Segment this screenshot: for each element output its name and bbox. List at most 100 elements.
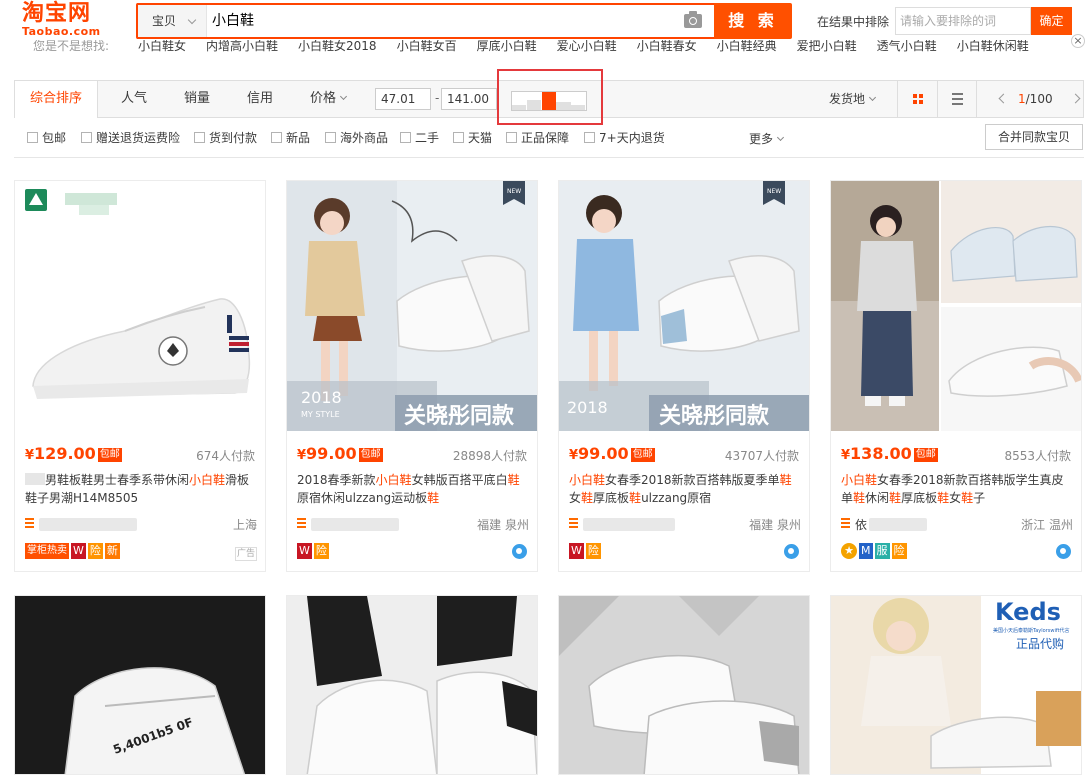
checkbox[interactable] <box>27 132 38 143</box>
price-min-input[interactable]: 47.01 <box>375 88 431 110</box>
checkbox[interactable] <box>81 132 92 143</box>
grid-view-button[interactable] <box>897 81 937 117</box>
tab-default-sort[interactable]: 综合排序 <box>15 81 99 118</box>
camera-icon[interactable] <box>684 11 702 28</box>
filter-secondhand[interactable]: 二手 <box>400 130 439 146</box>
product-card[interactable]: ¥129.00 包邮 674人付款 男鞋板鞋男士春季系带休闲小白鞋滑板鞋子男潮H1… <box>14 180 266 572</box>
gold-seller-badge[interactable]: ★ <box>841 543 857 559</box>
badge-row: W险 <box>569 543 603 559</box>
suggest-link[interactable]: 小白鞋女2018 <box>298 40 377 53</box>
close-icon[interactable]: × <box>1071 34 1085 48</box>
brand-badge[interactable]: W <box>297 543 312 559</box>
taobao-logo[interactable]: 淘宝网 Taobao.com <box>22 2 112 40</box>
product-card[interactable] <box>558 595 810 775</box>
service-badge[interactable]: 服 <box>874 543 890 559</box>
suggest-link[interactable]: 内增高小白鞋 <box>206 40 278 53</box>
svg-text:NEW: NEW <box>767 188 781 195</box>
filter-cod[interactable]: 货到付款 <box>194 130 257 146</box>
tab-price[interactable]: 价格 <box>310 81 348 117</box>
filter-7day-return[interactable]: 7+天内退货 <box>584 130 665 146</box>
exclude-confirm-button[interactable]: 确定 <box>1031 7 1072 35</box>
tab-sales[interactable]: 销量 <box>184 81 210 117</box>
histogram-bar[interactable] <box>512 105 527 110</box>
brand-badge[interactable]: W <box>569 543 584 559</box>
checkbox[interactable] <box>271 132 282 143</box>
product-image[interactable]: 2018 MY STYLE 关晓彤同款 NEW <box>287 181 537 431</box>
next-page-icon[interactable] <box>1070 93 1081 104</box>
product-image[interactable] <box>15 181 265 431</box>
suggest-link[interactable]: 小白鞋女百 <box>397 40 457 53</box>
filter-label: 新品 <box>286 131 311 145</box>
histogram-bar[interactable] <box>526 100 542 110</box>
suggest-link[interactable]: 爱心小白鞋 <box>557 40 617 53</box>
shop-icon <box>25 518 34 529</box>
tab-credit[interactable]: 信用 <box>247 81 273 117</box>
checkbox[interactable] <box>325 132 336 143</box>
suggest-link[interactable]: 爱把小白鞋 <box>797 40 857 53</box>
list-view-button[interactable] <box>937 81 977 117</box>
price-histogram[interactable] <box>511 91 587 111</box>
search-button[interactable]: 搜 索 <box>714 3 792 39</box>
merge-same-button[interactable]: 合并同款宝贝 <box>985 124 1083 150</box>
ship-from-select[interactable]: 发货地 <box>829 81 877 117</box>
more-filters-link[interactable]: 更多 <box>749 130 785 147</box>
model-sneaker-image: 2018 关晓彤同款 NEW <box>559 181 809 431</box>
hot-seller-badge[interactable]: 掌柜热卖 <box>25 543 69 559</box>
product-title[interactable]: 小白鞋女春季2018新款百搭韩版夏季单鞋女鞋厚底板鞋ulzzang原宿 <box>569 471 801 507</box>
checkbox[interactable] <box>584 132 595 143</box>
new-badge[interactable]: 新 <box>104 543 120 559</box>
suggest-link[interactable]: 厚底小白鞋 <box>477 40 537 53</box>
product-title[interactable]: 小白鞋女春季2018新款百搭韩版学生真皮单鞋休闲鞋厚底板鞋女鞋子 <box>841 471 1073 507</box>
brand-badge[interactable]: W <box>71 543 86 559</box>
suggest-link[interactable]: 透气小白鞋 <box>877 40 937 53</box>
product-title[interactable]: 男鞋板鞋男士春季系带休闲小白鞋滑板鞋子男潮H14M8505 <box>25 471 257 507</box>
wangwang-chat-icon[interactable] <box>784 544 799 559</box>
suggest-link[interactable]: 小白鞋休闲鞋 <box>957 40 1029 53</box>
filter-return-insurance[interactable]: 赠送退货运费险 <box>81 130 180 146</box>
checkbox[interactable] <box>400 132 411 143</box>
brand-badge[interactable]: M <box>859 543 873 559</box>
product-card[interactable]: Keds 美国小天后泰勒斯Taylorswift代言 正品代购 <box>830 595 1082 775</box>
suggest-list: 小白鞋女 内增高小白鞋 小白鞋女2018 小白鞋女百 厚底小白鞋 爱心小白鞋 小白鞋春女 小白… <box>138 40 1049 52</box>
product-card[interactable] <box>286 595 538 775</box>
product-card[interactable]: 2018 MY STYLE 关晓彤同款 NEW ¥99.00 包邮 28898人付… <box>286 180 538 572</box>
filter-genuine[interactable]: 正品保障 <box>506 130 569 146</box>
suggest-link[interactable]: 小白鞋春女 <box>637 40 697 53</box>
shop-name-blurred <box>583 518 675 531</box>
suggest-link[interactable]: 小白鞋经典 <box>717 40 777 53</box>
shop-row[interactable]: 福建 泉州 <box>297 516 529 532</box>
insurance-badge[interactable]: 险 <box>891 543 907 559</box>
insurance-badge[interactable]: 险 <box>585 543 601 559</box>
page-total: /100 <box>1025 92 1053 106</box>
prev-page-icon[interactable] <box>998 93 1009 104</box>
product-title[interactable]: 2018春季新款小白鞋女韩版百搭平底白鞋原宿休闲ulzzang运动板鞋 <box>297 471 529 507</box>
insurance-badge[interactable]: 险 <box>313 543 329 559</box>
product-card[interactable]: 5,4001b5 0F <box>14 595 266 775</box>
search-input[interactable] <box>212 5 702 37</box>
shop-row[interactable]: 福建 泉州 <box>569 516 801 532</box>
histogram-bar[interactable] <box>571 105 586 110</box>
filter-tmall[interactable]: 天猫 <box>453 130 492 146</box>
product-card[interactable]: 2018 关晓彤同款 NEW ¥99.00 包邮 43707人付款 小白鞋女春季2… <box>558 180 810 572</box>
tab-popularity[interactable]: 人气 <box>121 81 147 117</box>
filter-overseas[interactable]: 海外商品 <box>325 130 388 146</box>
checkbox[interactable] <box>453 132 464 143</box>
histogram-bar[interactable] <box>541 92 556 110</box>
product-image[interactable]: 2018 关晓彤同款 NEW <box>559 181 809 431</box>
shop-row[interactable]: 依 浙江 温州 <box>841 516 1073 532</box>
filter-free-shipping[interactable]: 包邮 <box>27 130 66 146</box>
price-max-input[interactable]: 141.00 <box>441 88 497 110</box>
filter-new[interactable]: 新品 <box>271 130 310 146</box>
checkbox[interactable] <box>506 132 517 143</box>
wangwang-chat-icon[interactable] <box>1056 544 1071 559</box>
checkbox[interactable] <box>194 132 205 143</box>
search-scope-select[interactable]: 宝贝 <box>138 5 207 37</box>
suggest-link[interactable]: 小白鞋女 <box>138 40 186 53</box>
exclude-input[interactable] <box>895 7 1031 35</box>
product-card[interactable]: ¥138.00 包邮 8553人付款 小白鞋女春季2018新款百搭韩版学生真皮单鞋… <box>830 180 1082 572</box>
wangwang-chat-icon[interactable] <box>512 544 527 559</box>
insurance-badge[interactable]: 险 <box>87 543 103 559</box>
histogram-bar[interactable] <box>556 102 571 110</box>
product-image[interactable] <box>831 181 1081 431</box>
shop-row[interactable]: 上海 <box>25 516 257 532</box>
